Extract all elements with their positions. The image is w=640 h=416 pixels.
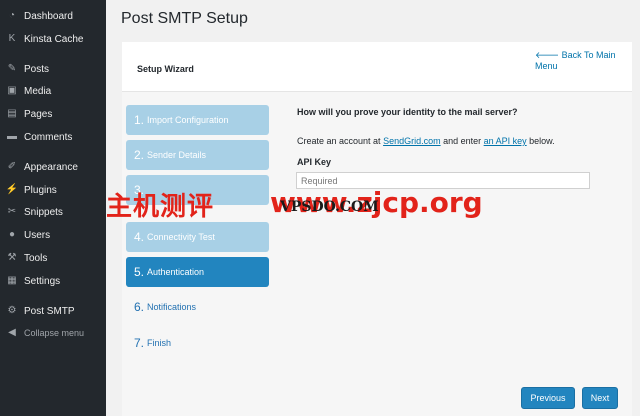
- step-number: 1.: [134, 113, 145, 127]
- menu-label: Appearance: [24, 161, 78, 173]
- menu-media[interactable]: ▣ Media: [0, 81, 106, 101]
- pages-icon: ▤: [7, 108, 17, 119]
- back-to-main-menu-link[interactable]: 🡐 Back To Main Menu: [535, 50, 640, 71]
- menu-label: Tools: [24, 252, 48, 264]
- menu-tools[interactable]: ⚒ Tools: [0, 248, 106, 268]
- menu-label: Settings: [24, 275, 61, 287]
- next-button[interactable]: Next: [582, 387, 618, 409]
- step-label: Import Configuration: [147, 115, 229, 125]
- collapse-icon: ◀: [8, 327, 16, 338]
- api-key-link[interactable]: an API key: [484, 136, 527, 146]
- step-label: Connectivity Test: [147, 232, 215, 242]
- instructions-text: below.: [526, 136, 555, 146]
- api-key-label: API Key: [297, 157, 332, 167]
- menu-label: Plugins: [24, 184, 57, 196]
- menu-snippets[interactable]: ✂ Snippets: [0, 202, 106, 222]
- sendgrid-link[interactable]: SendGrid.com: [383, 136, 441, 146]
- watermark-chinese: 主机测评: [106, 192, 215, 222]
- collapse-menu-button[interactable]: ◀ Collapse menu: [0, 323, 106, 343]
- scissors-icon: ✂: [7, 206, 17, 217]
- previous-button[interactable]: Previous: [521, 387, 575, 409]
- instructions-text: and enter: [440, 136, 484, 146]
- menu-label: Dashboard: [24, 10, 73, 22]
- menu-users[interactable]: ● Users: [0, 225, 106, 245]
- menu-label: Snippets: [24, 206, 63, 218]
- auth-instructions: Create an account at SendGrid.com and en…: [297, 136, 555, 146]
- step-number: 7.: [134, 336, 145, 350]
- auth-question: How will you prove your identity to the …: [297, 107, 518, 117]
- menu-label: Users: [24, 229, 51, 241]
- step-number: 4.: [134, 230, 145, 244]
- step-notifications[interactable]: 6. Notifications: [126, 292, 269, 322]
- menu-settings[interactable]: ▦ Settings: [0, 271, 106, 291]
- step-sender-details[interactable]: 2. Sender Details: [126, 140, 269, 170]
- step-number: 6.: [134, 300, 145, 314]
- menu-post-smtp[interactable]: ⚙ Post SMTP: [0, 301, 106, 321]
- menu-label: Pages: [24, 108, 53, 120]
- menu-pages[interactable]: ▤ Pages: [0, 104, 106, 124]
- media-icon: ▣: [7, 85, 17, 96]
- kinsta-icon: K: [8, 33, 16, 44]
- step-label: Authentication: [147, 267, 205, 277]
- step-number: 2.: [134, 148, 145, 162]
- user-icon: ●: [8, 229, 16, 240]
- admin-sidebar: ◔ Dashboard K Kinsta Cache ✎ Posts ▣ Med…: [0, 0, 106, 416]
- step-connectivity-test[interactable]: 4. Connectivity Test: [126, 222, 269, 252]
- step-label: Notifications: [147, 302, 197, 312]
- step-finish[interactable]: 7. Finish: [126, 328, 269, 358]
- menu-dashboard[interactable]: ◔ Dashboard: [0, 6, 106, 26]
- watermark-logo: VPSDO.COM: [280, 199, 379, 215]
- menu-kinsta-cache[interactable]: K Kinsta Cache: [0, 29, 106, 49]
- dashboard-icon: ◔: [8, 10, 16, 21]
- gear-icon: ⚙: [7, 305, 17, 316]
- plug-icon: ⚡: [5, 184, 19, 195]
- collapse-label: Collapse menu: [24, 328, 85, 338]
- menu-plugins[interactable]: ⚡ Plugins: [0, 180, 106, 200]
- menu-label: Post SMTP: [24, 305, 75, 317]
- menu-label: Comments: [24, 131, 73, 143]
- page-title: Post SMTP Setup: [121, 10, 248, 27]
- pin-icon: ✎: [7, 63, 17, 74]
- comments-icon: ▬: [7, 131, 17, 142]
- menu-comments[interactable]: ▬ Comments: [0, 127, 106, 147]
- step-number: 5.: [134, 265, 145, 279]
- step-label: Finish: [147, 338, 172, 348]
- menu-label: Kinsta Cache: [24, 33, 84, 45]
- step-import-configuration[interactable]: 1. Import Configuration: [126, 105, 269, 135]
- wrench-icon: ⚒: [7, 252, 17, 263]
- step-authentication[interactable]: 5. Authentication: [126, 257, 269, 287]
- menu-label: Posts: [24, 63, 50, 75]
- settings-icon: ▦: [7, 275, 17, 286]
- instructions-text: Create an account at: [297, 136, 384, 146]
- step-label: Sender Details: [147, 150, 207, 160]
- menu-appearance[interactable]: ✐ Appearance: [0, 157, 106, 177]
- brush-icon: ✐: [7, 161, 17, 172]
- menu-label: Media: [24, 85, 52, 97]
- menu-posts[interactable]: ✎ Posts: [0, 59, 106, 79]
- wizard-title: Setup Wizard: [137, 64, 194, 74]
